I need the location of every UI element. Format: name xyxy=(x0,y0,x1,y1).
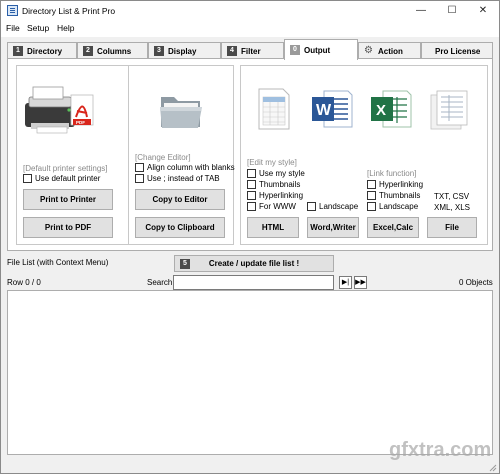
tab-action[interactable]: ⚙ Action xyxy=(358,42,421,59)
svg-text:PDF: PDF xyxy=(76,120,85,125)
title-bar[interactable]: Directory List & Print Pro — ☐ ✕ xyxy=(1,1,499,21)
tab-label: Display xyxy=(168,47,197,56)
excel-document-icon: X xyxy=(371,90,412,128)
tab-output[interactable]: 0 Output xyxy=(284,39,358,60)
create-file-list-button[interactable]: 5 Create / update file list ! xyxy=(174,255,334,272)
excel-thumbnails-checkbox[interactable] xyxy=(367,191,376,200)
tab-filter[interactable]: 4 Filter xyxy=(221,42,284,59)
tab-number-badge: 0 xyxy=(290,45,300,55)
tab-directory[interactable]: 1 Directory xyxy=(7,42,77,59)
menu-setup[interactable]: Setup xyxy=(27,23,49,33)
excel-landscape-label: Landscape xyxy=(379,202,419,211)
html-thumbnails-checkbox[interactable] xyxy=(247,180,256,189)
print-to-pdf-button[interactable]: Print to PDF xyxy=(23,217,113,238)
use-my-style-label: Use my style xyxy=(259,169,305,178)
printer-pdf-icon: PDF xyxy=(25,86,94,134)
tab-label: Filter xyxy=(241,47,261,56)
tab-number-badge: 4 xyxy=(227,46,237,56)
tab-number-badge: 2 xyxy=(83,46,93,56)
last-match-button[interactable]: ▶▶ xyxy=(354,276,367,289)
print-to-printer-button[interactable]: Print to Printer xyxy=(23,189,113,210)
svg-text:X: X xyxy=(376,102,386,119)
folder-icon xyxy=(160,97,202,128)
link-function-hint[interactable]: [Link function] xyxy=(367,169,416,178)
html-hyperlinking-label: Hyperlinking xyxy=(259,191,304,200)
word-document-icon: W xyxy=(312,90,353,128)
tab-label: Action xyxy=(378,47,403,56)
use-default-printer-label: Use default printer xyxy=(35,174,101,183)
menu-help[interactable]: Help xyxy=(57,23,74,33)
tab-number-badge: 1 xyxy=(13,46,23,56)
use-my-style-checkbox[interactable] xyxy=(247,169,256,178)
use-semicolon-checkbox[interactable] xyxy=(135,174,144,183)
search-label: Search xyxy=(147,278,173,287)
tab-columns[interactable]: 2 Columns xyxy=(77,42,148,59)
file-export-button[interactable]: File xyxy=(427,217,477,238)
tab-strip: 1 Directory 2 Columns 3 Display 4 Filter… xyxy=(7,39,493,60)
tab-display[interactable]: 3 Display xyxy=(148,42,221,59)
excel-export-button[interactable]: Excel,Calc xyxy=(367,217,419,238)
file-list-box[interactable] xyxy=(7,290,493,455)
watermark: gfxtra.com xyxy=(389,439,492,461)
app-window: Directory List & Print Pro — ☐ ✕ File Se… xyxy=(0,0,500,474)
tab-pro-license[interactable]: Pro License xyxy=(421,42,493,59)
html-export-button[interactable]: HTML xyxy=(247,217,299,238)
maximize-button[interactable]: ☐ xyxy=(437,1,467,21)
menu-file[interactable]: File xyxy=(6,23,20,33)
tab-label: Columns xyxy=(97,47,132,56)
printer-settings-hint[interactable]: [Default printer settings] xyxy=(23,164,107,173)
window-title: Directory List & Print Pro xyxy=(22,6,116,16)
tab-label: Directory xyxy=(27,47,63,56)
app-list-icon xyxy=(7,5,18,16)
close-button[interactable]: ✕ xyxy=(468,1,498,21)
menu-bar: File Setup Help xyxy=(1,21,499,37)
next-match-button[interactable]: ▶| xyxy=(339,276,352,289)
file-format-text: TXT, CSV xyxy=(434,192,470,201)
word-export-button[interactable]: Word,Writer xyxy=(307,217,359,238)
gear-icon: ⚙ xyxy=(364,45,373,56)
align-blanks-checkbox[interactable] xyxy=(135,163,144,172)
minimize-button[interactable]: — xyxy=(406,1,436,21)
row-status: Row 0 / 0 xyxy=(7,278,41,287)
create-file-list-label: Create / update file list ! xyxy=(208,259,300,268)
for-www-label: For WWW xyxy=(259,202,296,211)
word-landscape-checkbox[interactable] xyxy=(307,202,316,211)
excel-hyperlinking-checkbox[interactable] xyxy=(367,180,376,189)
excel-hyperlinking-label: Hyperlinking xyxy=(379,180,424,189)
object-count: 0 Objects xyxy=(459,278,493,287)
file-list-label: File List (with Context Menu) xyxy=(7,258,109,267)
word-landscape-label: Landscape xyxy=(319,202,359,211)
step-number-badge: 5 xyxy=(180,259,190,269)
copy-to-clipboard-button[interactable]: Copy to Clipboard xyxy=(135,217,225,238)
excel-thumbnails-label: Thumbnails xyxy=(379,191,421,200)
file-format-text: XML, XLS xyxy=(434,203,471,212)
html-hyperlinking-checkbox[interactable] xyxy=(247,191,256,200)
change-editor-hint[interactable]: [Change Editor] xyxy=(135,153,191,162)
for-www-checkbox[interactable] xyxy=(247,202,256,211)
align-blanks-label: Align column with blanks xyxy=(147,163,235,172)
excel-landscape-checkbox[interactable] xyxy=(367,202,376,211)
tab-number-badge: 3 xyxy=(154,46,164,56)
copy-to-editor-button[interactable]: Copy to Editor xyxy=(135,189,225,210)
html-document-icon xyxy=(258,88,290,130)
tab-label: Output xyxy=(304,46,331,55)
svg-text:W: W xyxy=(316,102,332,119)
edit-my-style-hint[interactable]: [Edit my style] xyxy=(247,158,297,167)
use-default-printer-checkbox[interactable] xyxy=(23,174,32,183)
text-file-icon xyxy=(430,90,468,130)
resize-grip-icon[interactable] xyxy=(487,462,497,472)
tab-label: Pro License xyxy=(435,47,481,56)
use-semicolon-label: Use ; instead of TAB xyxy=(147,174,220,183)
search-input[interactable] xyxy=(173,275,334,290)
html-thumbnails-label: Thumbnails xyxy=(259,180,301,189)
